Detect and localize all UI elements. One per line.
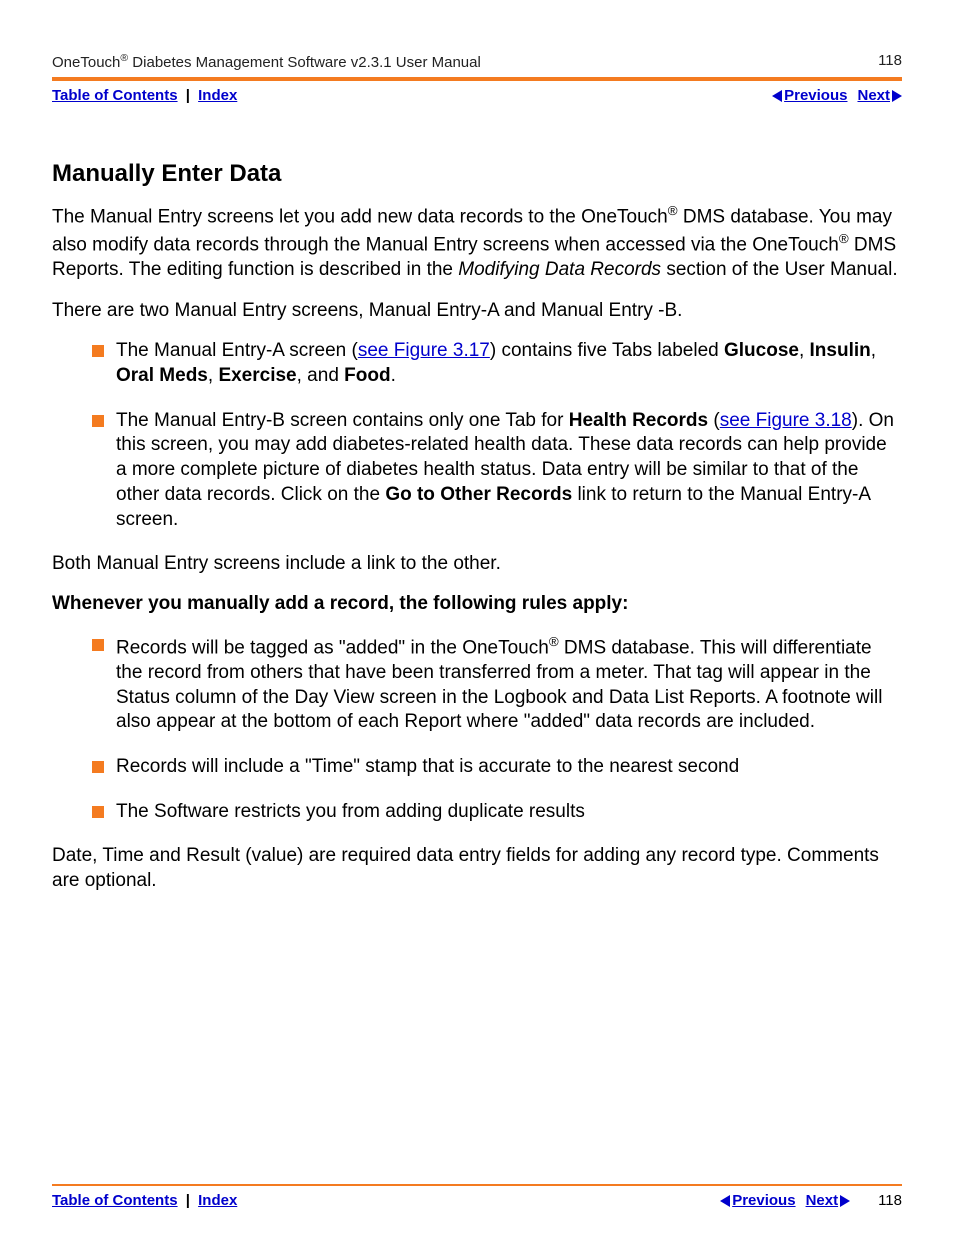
index-link[interactable]: Index <box>198 87 237 104</box>
next-link-wrap-footer[interactable]: Next <box>806 1192 851 1209</box>
paragraph-3: Both Manual Entry screens include a link… <box>52 552 902 577</box>
section-title: Manually Enter Data <box>52 160 902 188</box>
triangle-left-icon <box>720 1195 730 1207</box>
rules-heading: Whenever you manually add a record, the … <box>52 593 902 615</box>
page-footer: Table of Contents | Index Previous Next … <box>52 1184 902 1209</box>
footer-page-number: 118 <box>878 1192 902 1209</box>
figure-link-3-17[interactable]: see Figure 3.17 <box>358 340 490 361</box>
triangle-right-icon <box>892 90 902 102</box>
list-item: Records will be tagged as "added" in the… <box>92 633 902 735</box>
prev-link-wrap[interactable]: Previous <box>772 87 847 104</box>
next-link[interactable]: Next <box>857 87 890 104</box>
index-link-footer[interactable]: Index <box>198 1192 237 1209</box>
nav-separator: | <box>186 1192 190 1209</box>
paragraph-1: The Manual Entry screens let you add new… <box>52 202 902 283</box>
nav-top: Table of Contents | Index Previous Next <box>52 87 902 104</box>
prev-link-wrap-footer[interactable]: Previous <box>720 1192 795 1209</box>
header-rule <box>52 77 902 81</box>
list-item: The Manual Entry-B screen contains only … <box>92 409 902 532</box>
next-link-footer[interactable]: Next <box>806 1192 839 1209</box>
header-title: OneTouch® Diabetes Management Software v… <box>52 52 481 71</box>
figure-link-3-18[interactable]: see Figure 3.18 <box>720 410 852 431</box>
toc-link-footer[interactable]: Table of Contents <box>52 1192 178 1209</box>
page-content: Manually Enter Data The Manual Entry scr… <box>52 160 902 894</box>
screens-list: The Manual Entry-A screen (see Figure 3.… <box>92 339 902 532</box>
prev-link-footer[interactable]: Previous <box>732 1192 795 1209</box>
triangle-right-icon <box>840 1195 850 1207</box>
toc-link[interactable]: Table of Contents <box>52 87 178 104</box>
paragraph-2: There are two Manual Entry screens, Manu… <box>52 299 902 324</box>
prev-link[interactable]: Previous <box>784 87 847 104</box>
triangle-left-icon <box>772 90 782 102</box>
paragraph-4: Date, Time and Result (value) are requir… <box>52 844 902 893</box>
nav-separator: | <box>186 87 190 104</box>
rules-list: Records will be tagged as "added" in the… <box>92 633 902 824</box>
next-link-wrap[interactable]: Next <box>857 87 902 104</box>
header-page-number: 118 <box>878 52 902 71</box>
footer-rule <box>52 1184 902 1186</box>
list-item: The Manual Entry-A screen (see Figure 3.… <box>92 339 902 388</box>
list-item: The Software restricts you from adding d… <box>92 800 902 825</box>
list-item: Records will include a "Time" stamp that… <box>92 755 902 780</box>
